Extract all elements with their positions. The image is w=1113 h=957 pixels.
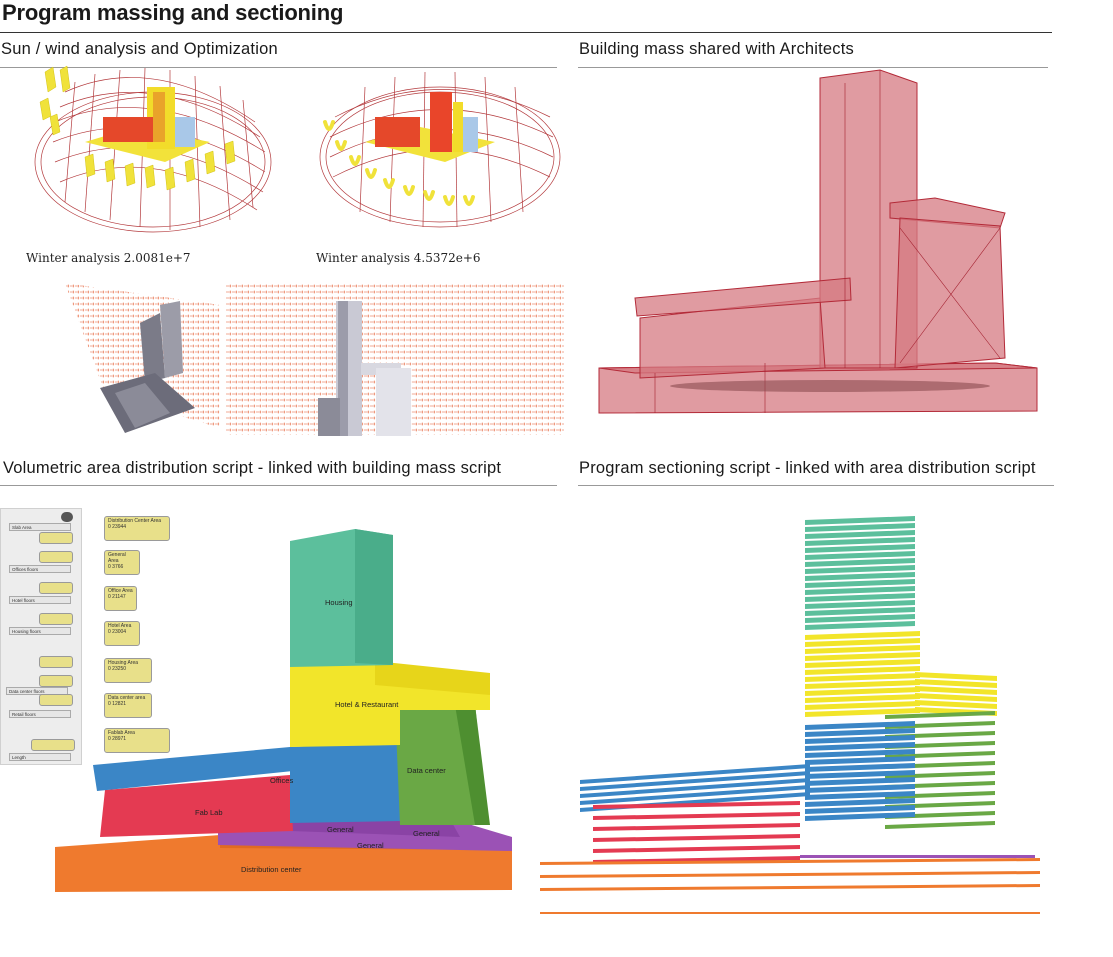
sun-path-diagram-left [34,65,272,233]
sun-caption-right: Winter analysis 4.5372e+6 [316,251,481,265]
label-offices: Offices [270,776,293,785]
section-heading-building-mass: Building mass shared with Architects [579,40,854,58]
slab-distribution [540,912,1040,914]
label-data-center: Data center [407,766,446,775]
slab-fab-lab [593,834,800,842]
slab-data-center [885,821,995,829]
section-heading-sun-wind: Sun / wind analysis and Optimization [1,40,278,58]
panel-toggle-icon[interactable] [61,512,73,522]
page-title: Program massing and sectioning [2,0,344,25]
section-heading-volumetric: Volumetric area distribution script - li… [3,459,502,477]
slab-general [800,855,1035,858]
label-hotel: Hotel & Restaurant [335,700,399,709]
building-mass-model [598,69,1038,414]
slab-distribution [540,871,1040,878]
section-divider [0,485,557,486]
slab-fab-lab [593,812,800,820]
slab-fab-lab [593,845,800,853]
label-distribution: Distribution center [241,865,302,874]
slab-fab-lab [593,823,800,831]
section-divider [578,485,1054,486]
sun-caption-left: Winter analysis 2.0081e+7 [26,251,191,265]
label-general-1: General [327,825,354,834]
section-heading-sectioning: Program sectioning script - linked with … [579,459,1036,477]
label-general-2: General [413,829,440,838]
wind-field-diagram-left [65,283,220,433]
wind-field-diagram-right [226,283,564,436]
label-housing: Housing [325,598,353,607]
title-divider [0,32,1052,33]
slab-distribution [540,884,1040,891]
program-section-slabs [540,516,1040,914]
label-general-3: General [357,841,384,850]
label-fab-lab: Fab Lab [195,808,223,817]
sun-path-diagram-right [319,71,561,228]
